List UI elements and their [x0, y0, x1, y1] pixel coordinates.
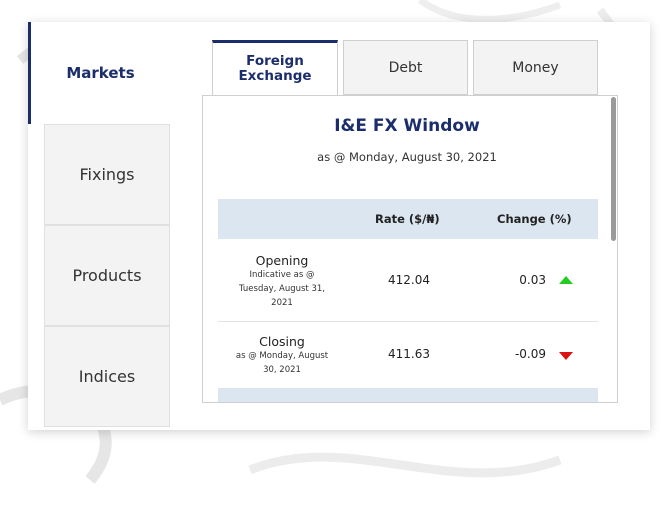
nav-fixings-label: Fixings: [79, 165, 135, 184]
row-label-block: Closing as @ Monday, August 30, 2021: [233, 334, 331, 377]
tab-debt-label: Debt: [388, 59, 423, 76]
row-sub-line: 2021: [271, 298, 293, 308]
row-sub-line: Indicative as @: [249, 270, 315, 280]
nav-markets-label: Markets: [66, 64, 135, 82]
nav-products-label: Products: [72, 266, 142, 285]
row-label: Closing: [259, 334, 305, 349]
tab-money[interactable]: Money: [473, 40, 598, 95]
header-change: Change (%): [497, 212, 572, 226]
fx-window-title: I&E FX Window: [334, 116, 480, 136]
row-sub-line: as @ Monday, August: [235, 351, 329, 361]
nav-indices[interactable]: Indices: [44, 326, 170, 427]
row-change: 0.03: [519, 273, 546, 287]
row-rate: 412.04: [388, 273, 430, 287]
nav-indices-label: Indices: [78, 367, 136, 386]
tab-foreign-exchange[interactable]: Foreign Exchange: [212, 40, 338, 95]
tab-debt[interactable]: Debt: [343, 40, 468, 95]
tab-fx-line2: Exchange: [238, 68, 312, 84]
nav-markets[interactable]: Markets: [28, 22, 170, 124]
fx-window-date: as @ Monday, August 30, 2021: [317, 150, 497, 164]
nav-fixings[interactable]: Fixings: [44, 124, 170, 225]
table-row-closing: Closing as @ Monday, August 30, 2021 411…: [218, 322, 598, 388]
row-rate: 411.63: [388, 347, 430, 361]
arrow-up-icon: [559, 276, 573, 284]
table-row-opening: Opening Indicative as @ Tuesday, August …: [218, 239, 598, 322]
row-sub-line: Tuesday, August 31,: [239, 284, 325, 294]
table-header: Rate ($/₦) Change (%): [218, 199, 598, 239]
header-rate: Rate ($/₦): [375, 212, 440, 226]
scrollbar-thumb[interactable]: [611, 97, 616, 241]
row-label-block: Opening Indicative as @ Tuesday, August …: [233, 253, 331, 310]
row-label: Opening: [255, 253, 309, 268]
tab-fx-line1: Foreign: [246, 53, 304, 69]
tab-money-label: Money: [512, 59, 559, 76]
arrow-down-icon: [559, 352, 573, 360]
row-change: -0.09: [514, 347, 546, 361]
nav-products[interactable]: Products: [44, 225, 170, 326]
fx-window-content[interactable]: I&E FX Window as @ Monday, August 30, 20…: [202, 95, 618, 403]
table-row-partial: [218, 388, 598, 402]
row-sub-line: 30, 2021: [263, 365, 301, 375]
